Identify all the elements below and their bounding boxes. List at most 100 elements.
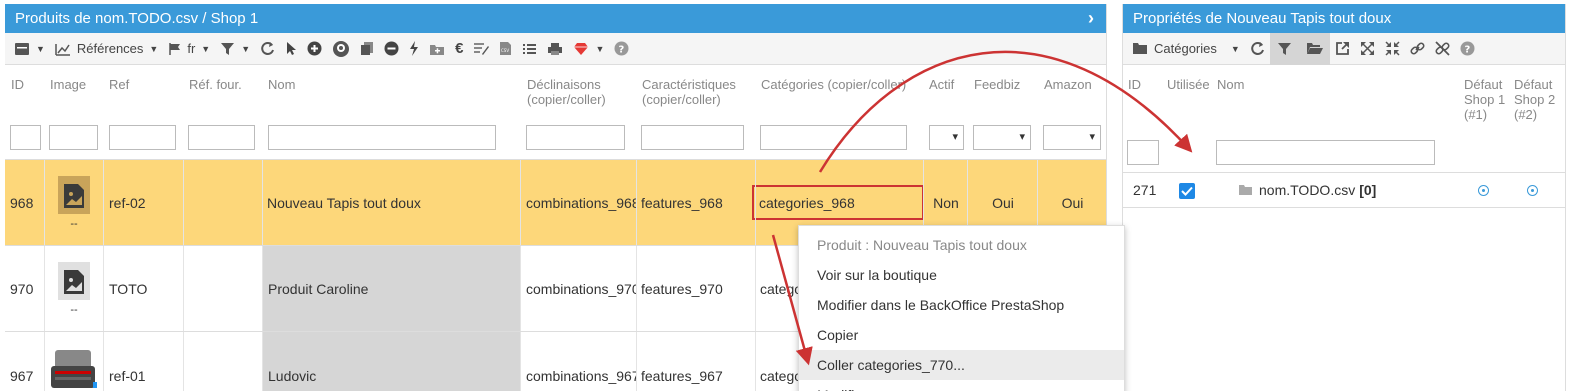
flash-button[interactable] xyxy=(404,33,424,65)
cell-declinaisons: combinations_968 xyxy=(526,194,636,211)
column-header-id[interactable]: ID xyxy=(1128,77,1141,92)
default-shop1-radio[interactable] xyxy=(1478,185,1489,196)
euro-icon: € xyxy=(455,40,464,57)
price-button[interactable]: € xyxy=(450,33,468,65)
link-button[interactable] xyxy=(1405,33,1430,65)
column-header-actif[interactable]: Actif xyxy=(929,77,954,92)
print-icon xyxy=(548,42,563,55)
collapse-button[interactable] xyxy=(1380,33,1405,65)
categories-dropdown[interactable]: Catégories ▼ xyxy=(1127,33,1245,65)
list-edit-icon xyxy=(474,43,490,55)
print-button[interactable] xyxy=(542,33,568,65)
filter-id-input[interactable] xyxy=(1127,140,1159,165)
filter-icon xyxy=(221,42,235,55)
filter-actif-select[interactable] xyxy=(929,125,964,150)
column-header-id[interactable]: ID xyxy=(11,77,24,92)
column-header-image[interactable]: Image xyxy=(50,77,86,92)
column-header-categories[interactable]: Catégories (copier/coller) xyxy=(761,77,906,92)
filter-image-input[interactable] xyxy=(49,125,98,150)
csv-file-icon: CSV xyxy=(500,42,512,55)
refresh-button[interactable] xyxy=(255,33,280,65)
product-thumbnail-grill-icon xyxy=(51,350,97,388)
svg-text:?: ? xyxy=(1464,45,1470,56)
column-header-caracteristiques[interactable]: Caractéristiques (copier/coller) xyxy=(642,77,747,107)
select-pointer-button[interactable] xyxy=(280,33,302,65)
column-header-ref[interactable]: Ref xyxy=(109,77,129,92)
filter-ref-input[interactable] xyxy=(109,125,176,150)
open-folder-button[interactable] xyxy=(1298,32,1330,65)
properties-panel-title-text: Propriétés de Nouveau Tapis tout doux xyxy=(1133,10,1392,27)
image-placeholder-icon xyxy=(58,175,90,214)
column-header-default-shop2[interactable]: Défaut Shop 2 (#2) xyxy=(1514,77,1559,122)
unlink-button[interactable] xyxy=(1430,33,1455,65)
filter-declinaisons-input[interactable] xyxy=(526,125,625,150)
context-menu-paste[interactable]: Coller categories_770... xyxy=(799,350,1124,380)
gem-button[interactable]: ▼ xyxy=(568,33,609,65)
list-button[interactable] xyxy=(517,33,542,65)
filter-caracteristiques-input[interactable] xyxy=(641,125,744,150)
column-header-declinaisons[interactable]: Déclinaisons (copier/coller) xyxy=(527,77,627,107)
cell-ref: TOTO xyxy=(109,280,148,297)
mass-update-button[interactable] xyxy=(468,33,494,65)
external-link-button[interactable] xyxy=(1330,33,1355,65)
context-menu-view-shop[interactable]: Voir sur la boutique xyxy=(799,260,1124,290)
copy-icon xyxy=(361,42,374,55)
column-header-default-shop1[interactable]: Défaut Shop 1 (#1) xyxy=(1464,77,1509,122)
image-caption: -- xyxy=(70,217,78,230)
filter-categories-input[interactable] xyxy=(760,125,907,150)
cell-image[interactable]: -- xyxy=(45,246,103,331)
grid-view-button[interactable]: ▼ xyxy=(9,33,50,65)
references-label: Références xyxy=(76,41,144,56)
language-label: fr xyxy=(187,41,196,56)
plus-circle-icon xyxy=(307,41,322,56)
context-menu-edit-backoffice[interactable]: Modifier dans le BackOffice PrestaShop xyxy=(799,290,1124,320)
filter-id-input[interactable] xyxy=(10,125,41,150)
refresh-button[interactable] xyxy=(1245,33,1270,65)
prestashop-logo-icon xyxy=(333,40,350,57)
add-button[interactable] xyxy=(302,33,327,65)
filter-amazon-select[interactable] xyxy=(1043,125,1101,150)
refresh-icon xyxy=(1251,42,1264,55)
used-checkbox[interactable] xyxy=(1179,183,1195,199)
category-row[interactable]: 271 nom.TODO.csv [0] xyxy=(1123,172,1565,208)
column-header-feedbiz[interactable]: Feedbiz xyxy=(974,77,1020,92)
column-header-utilisee[interactable]: Utilisée xyxy=(1167,77,1210,92)
help-button[interactable]: ? xyxy=(1455,33,1480,65)
language-dropdown[interactable]: fr ▼ xyxy=(163,33,215,65)
column-header-amazon[interactable]: Amazon xyxy=(1044,77,1092,92)
prestashop-button[interactable] xyxy=(327,33,355,65)
cell-categories: categories_970 xyxy=(760,280,803,297)
column-header-nom[interactable]: Nom xyxy=(268,77,295,92)
filter-button[interactable]: ▼ xyxy=(215,33,255,65)
cell-image[interactable]: -- xyxy=(45,160,103,245)
filter-nom-input[interactable] xyxy=(1216,140,1435,165)
add-folder-button[interactable] xyxy=(424,33,450,65)
context-menu-mass-edit[interactable]: Modifier en masse xyxy=(799,380,1124,391)
cell-image[interactable] xyxy=(45,332,103,391)
column-header-nom[interactable]: Nom xyxy=(1217,77,1244,92)
chevron-right-icon[interactable]: › xyxy=(1088,4,1094,33)
cell-nom: nom.TODO.csv [0] xyxy=(1233,173,1453,207)
help-icon: ? xyxy=(614,41,629,56)
remove-button[interactable] xyxy=(379,33,404,65)
cell-id: 968 xyxy=(10,194,34,211)
filter-nom-input[interactable] xyxy=(268,125,496,150)
properties-panel: Propriétés de Nouveau Tapis tout doux Ca… xyxy=(1122,4,1566,391)
folder-open-icon xyxy=(1306,43,1323,54)
folder-icon xyxy=(1133,43,1147,54)
cell-categories: categories_967 xyxy=(760,368,803,384)
default-shop2-radio[interactable] xyxy=(1527,185,1538,196)
expand-button[interactable] xyxy=(1355,33,1380,65)
cell-categories-highlighted[interactable]: categories_968 xyxy=(752,185,924,220)
column-header-ref-four[interactable]: Réf. four. xyxy=(189,77,242,92)
context-menu-copy[interactable]: Copier xyxy=(799,320,1124,350)
filter-ref-four-input[interactable] xyxy=(188,125,255,150)
filter-toggle-button[interactable] xyxy=(1269,32,1299,65)
references-dropdown[interactable]: Références ▼ xyxy=(50,33,163,65)
help-button[interactable]: ? xyxy=(609,33,634,65)
filter-feedbiz-select[interactable] xyxy=(973,125,1031,150)
external-link-icon xyxy=(1335,42,1349,55)
csv-export-button[interactable]: CSV xyxy=(494,33,517,65)
cell-caracteristiques: features_967 xyxy=(641,368,723,384)
duplicate-button[interactable] xyxy=(355,33,379,65)
